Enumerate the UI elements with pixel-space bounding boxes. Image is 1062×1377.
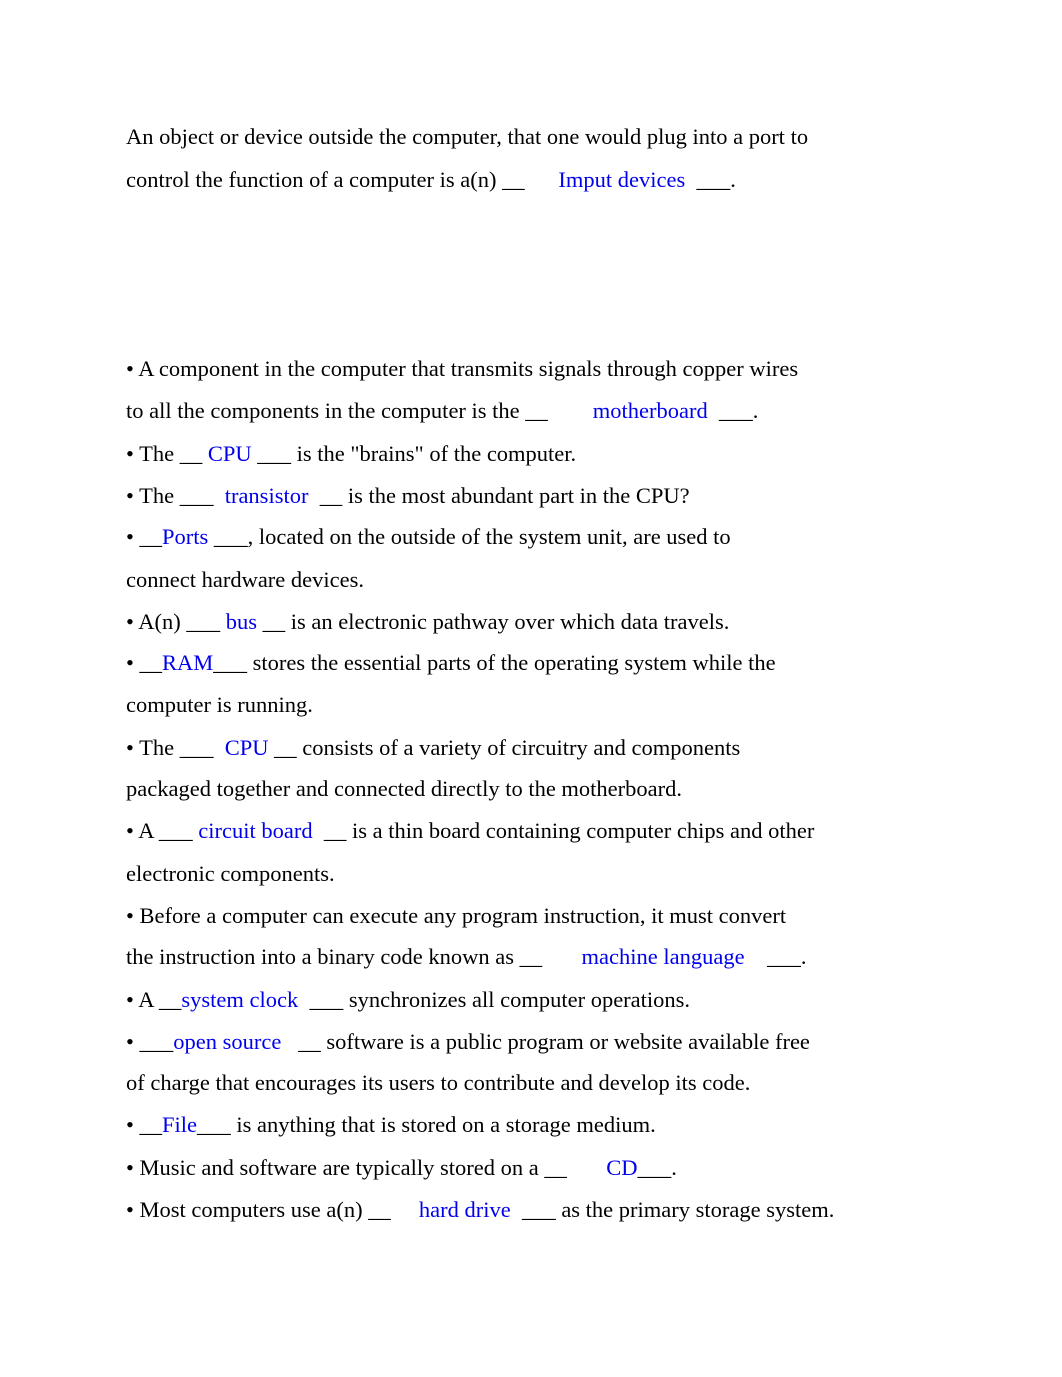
- question-line: • __File___ is anything that is stored o…: [126, 1111, 656, 1139]
- static-text: connect hardware devices.: [126, 567, 364, 592]
- static-text: control the function of a computer is a(…: [126, 167, 559, 192]
- question-line: the instruction into a binary code known…: [126, 943, 806, 971]
- question-line: • The ___ CPU __ consists of a variety o…: [126, 734, 740, 762]
- static-text: • A(n) ___: [126, 609, 226, 634]
- static-text: • A component in the computer that trans…: [126, 356, 799, 381]
- static-text: • Most computers use a(n) __: [126, 1197, 419, 1222]
- static-text: ___ is anything that is stored on a stor…: [197, 1112, 656, 1137]
- static-text: • ___: [126, 1029, 174, 1054]
- question-line: • Before a computer can execute any prog…: [126, 902, 786, 930]
- static-text: ___ as the primary storage system.: [510, 1197, 835, 1222]
- static-text: ___ stores the essential parts of the op…: [213, 650, 776, 675]
- question-line: • ___open source __ software is a public…: [126, 1028, 810, 1056]
- intro-line: An object or device outside the computer…: [126, 123, 808, 151]
- static-text: ___.: [744, 944, 807, 969]
- static-text: • A ___: [126, 818, 199, 843]
- static-text: • Before a computer can execute any prog…: [126, 903, 787, 928]
- static-text: of charge that encourages its users to c…: [126, 1070, 751, 1095]
- intro-line: control the function of a computer is a(…: [126, 166, 736, 194]
- question-line: • __RAM___ stores the essential parts of…: [126, 649, 776, 677]
- answer-text: system clock: [181, 987, 299, 1012]
- question-line: • A __system clock ___ synchronizes all …: [126, 986, 690, 1014]
- static-text: An object or device outside the computer…: [126, 124, 809, 149]
- static-text: __ consists of a variety of circuitry an…: [268, 735, 741, 760]
- question-line: • __Ports ___, located on the outside of…: [126, 523, 731, 551]
- answer-text: open source: [173, 1029, 282, 1054]
- static-text: __ software is a public program or websi…: [281, 1029, 810, 1054]
- answer-text: File: [162, 1112, 198, 1137]
- static-text: • The ___: [126, 735, 225, 760]
- static-text: • The __: [126, 441, 208, 466]
- static-text: __ is an electronic pathway over which d…: [257, 609, 730, 634]
- static-text: ___ synchronizes all computer operations…: [298, 987, 691, 1012]
- answer-text: CD: [606, 1155, 638, 1180]
- answer-text: Imput devices: [558, 167, 686, 192]
- question-line: connect hardware devices.: [126, 566, 364, 594]
- static-text: computer is running.: [126, 692, 313, 717]
- question-line: • A component in the computer that trans…: [126, 355, 798, 383]
- answer-text: circuit board: [198, 818, 313, 843]
- answer-text: hard drive: [418, 1197, 511, 1222]
- static-text: • __: [126, 524, 163, 549]
- static-text: • The ___: [126, 483, 225, 508]
- question-line: packaged together and connected directly…: [126, 775, 682, 803]
- static-text: ___ is the "brains" of the computer.: [251, 441, 577, 466]
- static-text: __ is the most abundant part in the CPU?: [308, 483, 690, 508]
- answer-text: RAM: [162, 650, 214, 675]
- answer-text: transistor: [224, 483, 309, 508]
- question-line: computer is running.: [126, 691, 313, 719]
- question-line: • The ___ transistor __ is the most abun…: [126, 482, 690, 510]
- static-text: packaged together and connected directly…: [126, 776, 683, 801]
- static-text: electronic components.: [126, 861, 335, 886]
- answer-text: machine language: [581, 944, 745, 969]
- question-line: • A ___ circuit board __ is a thin board…: [126, 817, 814, 845]
- static-text: ___.: [685, 167, 736, 192]
- answer-text: motherboard: [592, 398, 708, 423]
- static-text: ___.: [637, 1155, 677, 1180]
- static-text: • __: [126, 650, 163, 675]
- answer-text: CPU: [207, 441, 252, 466]
- answer-text: Ports: [162, 524, 209, 549]
- answer-text: CPU: [224, 735, 269, 760]
- static-text: • A __: [126, 987, 182, 1012]
- static-text: • Music and software are typically store…: [126, 1155, 607, 1180]
- static-text: ___.: [707, 398, 759, 423]
- static-text: ___, located on the outside of the syste…: [208, 524, 731, 549]
- question-line: • Most computers use a(n) __ hard drive …: [126, 1196, 834, 1224]
- answer-text: bus: [225, 609, 258, 634]
- question-line: of charge that encourages its users to c…: [126, 1069, 750, 1097]
- question-line: • A(n) ___ bus __ is an electronic pathw…: [126, 608, 729, 636]
- static-text: __ is a thin board containing computer c…: [312, 818, 815, 843]
- question-line: to all the components in the computer is…: [126, 397, 758, 425]
- static-text: • __: [126, 1112, 163, 1137]
- static-text: the instruction into a binary code known…: [126, 944, 582, 969]
- question-line: • The __ CPU ___ is the "brains" of the …: [126, 440, 576, 468]
- question-line: • Music and software are typically store…: [126, 1154, 677, 1182]
- question-line: electronic components.: [126, 860, 335, 888]
- static-text: to all the components in the computer is…: [126, 398, 593, 423]
